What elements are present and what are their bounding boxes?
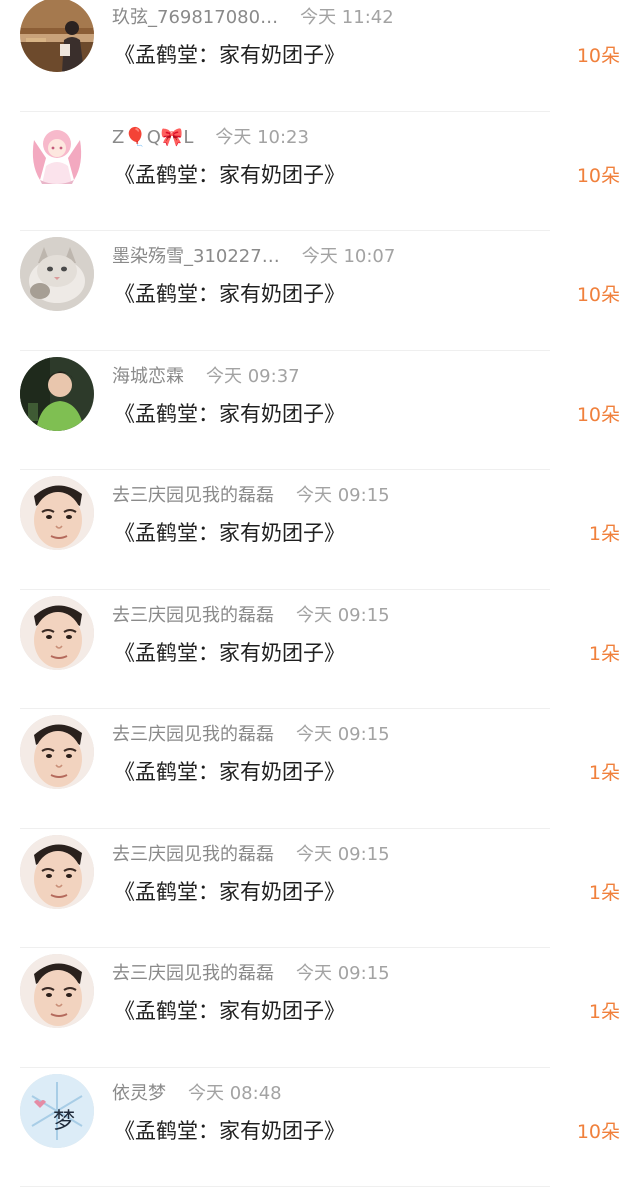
boy-green-shirt-avatar-icon <box>20 356 94 431</box>
user-name[interactable]: 玖弦_769817080… <box>112 7 278 28</box>
avatar[interactable] <box>20 237 94 311</box>
user-meta: 去三庆园见我的磊磊 今天 09:15 <box>112 483 390 509</box>
list-item[interactable]: 墨染殇雪_310227… 今天 10:07 《孟鹤堂：家有奶团子》 10朵 <box>0 231 640 351</box>
divider <box>20 1186 550 1187</box>
list-item[interactable]: 海城恋霖 今天 09:37 《孟鹤堂：家有奶团子》 10朵 <box>0 351 640 470</box>
list-item[interactable]: 去三庆园见我的磊磊 今天 09:15 《孟鹤堂：家有奶团子》 1朵 <box>0 829 640 948</box>
list-item[interactable]: 去三庆园见我的磊磊 今天 09:15 《孟鹤堂：家有奶团子》 1朵 <box>0 470 640 590</box>
flower-count: 1朵 <box>588 1001 620 1023</box>
avatar[interactable] <box>20 356 94 431</box>
user-name[interactable]: 去三庆园见我的磊磊 <box>112 605 274 626</box>
flower-count: 1朵 <box>588 523 620 545</box>
timestamp: 今天 09:37 <box>206 365 300 387</box>
timestamp: 今天 09:15 <box>296 724 390 745</box>
timestamp: 今天 10:23 <box>215 126 309 148</box>
list-item[interactable]: 玖弦_769817080… 今天 11:42 《孟鹤堂：家有奶团子》 10朵 <box>0 0 640 112</box>
man-face-avatar-icon <box>20 595 94 670</box>
flower-count: 10朵 <box>576 164 620 187</box>
list-item[interactable]: 梦 依灵梦 今天 08:48 《孟鹤堂：家有奶团子》 10朵 <box>0 1068 640 1187</box>
timestamp: 今天 10:07 <box>301 246 396 267</box>
user-name[interactable]: 去三庆园见我的磊磊 <box>112 963 274 984</box>
user-meta: 海城恋霖 今天 09:37 <box>112 364 300 390</box>
flower-count: 1朵 <box>588 642 620 665</box>
avatar[interactable] <box>20 715 94 789</box>
girl-bench-avatar-icon <box>20 0 94 72</box>
list-item[interactable]: Z🎈Q🎀L 今天 10:23 《孟鹤堂：家有奶团子》 10朵 <box>0 112 640 231</box>
timestamp: 今天 09:15 <box>296 843 390 865</box>
gift-record-list: 玖弦_769817080… 今天 11:42 《孟鹤堂：家有奶团子》 10朵 Z🎈… <box>0 0 640 1193</box>
user-name[interactable]: 依灵梦 <box>112 1083 166 1104</box>
man-face-avatar-icon <box>20 954 94 1028</box>
gift-title: 《孟鹤堂：家有奶团子》 <box>114 760 345 784</box>
user-meta: 去三庆园见我的磊磊 今天 09:15 <box>112 961 390 987</box>
user-name[interactable]: 去三庆园见我的磊磊 <box>112 724 274 745</box>
avatar[interactable] <box>20 476 94 550</box>
user-name[interactable]: 海城恋霖 <box>112 366 184 387</box>
user-meta: 去三庆园见我的磊磊 今天 09:15 <box>112 722 390 748</box>
user-meta: 墨染殇雪_310227… 今天 10:07 <box>112 244 395 270</box>
gift-title: 《孟鹤堂：家有奶团子》 <box>114 521 345 545</box>
list-item[interactable]: 去三庆园见我的磊磊 今天 09:15 《孟鹤堂：家有奶团子》 1朵 <box>0 948 640 1068</box>
dream-snowflake-avatar-icon: 梦 <box>20 1073 94 1148</box>
gift-title: 《孟鹤堂：家有奶团子》 <box>114 282 345 306</box>
timestamp: 今天 09:15 <box>296 963 390 984</box>
user-meta: 玖弦_769817080… 今天 11:42 <box>112 5 394 31</box>
flower-count: 10朵 <box>576 403 620 426</box>
flower-count: 1朵 <box>588 881 620 904</box>
gift-title: 《孟鹤堂：家有奶团子》 <box>114 999 345 1023</box>
man-face-avatar-icon <box>20 715 94 789</box>
dream-char: 梦 <box>53 1109 75 1134</box>
user-meta: 依灵梦 今天 08:48 <box>112 1081 282 1107</box>
user-name[interactable]: 去三庆园见我的磊磊 <box>112 485 274 506</box>
avatar[interactable] <box>20 0 94 72</box>
user-meta: Z🎈Q🎀L 今天 10:23 <box>112 125 309 151</box>
gift-title: 《孟鹤堂：家有奶团子》 <box>114 640 345 665</box>
gift-title: 《孟鹤堂：家有奶团子》 <box>114 1118 345 1143</box>
user-meta: 去三庆园见我的磊磊 今天 09:15 <box>112 603 390 629</box>
list-item[interactable]: 去三庆园见我的磊磊 今天 09:15 《孟鹤堂：家有奶团子》 1朵 <box>0 590 640 709</box>
gift-title: 《孟鹤堂：家有奶团子》 <box>114 879 345 904</box>
timestamp: 今天 09:15 <box>296 604 390 626</box>
timestamp: 今天 11:42 <box>300 7 394 28</box>
flower-count: 10朵 <box>576 45 620 67</box>
timestamp: 今天 09:15 <box>296 485 390 506</box>
avatar[interactable] <box>20 117 94 192</box>
list-item[interactable]: 去三庆园见我的磊磊 今天 09:15 《孟鹤堂：家有奶团子》 1朵 <box>0 709 640 829</box>
flower-count: 1朵 <box>588 762 620 784</box>
avatar[interactable] <box>20 595 94 670</box>
timestamp: 今天 08:48 <box>188 1082 282 1104</box>
gift-title: 《孟鹤堂：家有奶团子》 <box>114 401 345 426</box>
user-meta: 去三庆园见我的磊磊 今天 09:15 <box>112 842 390 868</box>
man-face-avatar-icon <box>20 834 94 909</box>
user-name[interactable]: 去三庆园见我的磊磊 <box>112 844 274 865</box>
avatar[interactable]: 梦 <box>20 1073 94 1148</box>
flower-count: 10朵 <box>576 1120 620 1143</box>
user-name[interactable]: 墨染殇雪_310227… <box>112 246 280 267</box>
gift-title: 《孟鹤堂：家有奶团子》 <box>114 43 345 67</box>
pink-anime-girl-avatar-icon <box>20 117 94 192</box>
cat-avatar-icon <box>20 237 94 311</box>
avatar[interactable] <box>20 954 94 1028</box>
flower-count: 10朵 <box>576 284 620 306</box>
avatar[interactable] <box>20 834 94 909</box>
man-face-avatar-icon <box>20 476 94 550</box>
gift-title: 《孟鹤堂：家有奶团子》 <box>114 162 345 187</box>
user-name[interactable]: Z🎈Q🎀L <box>112 127 193 148</box>
